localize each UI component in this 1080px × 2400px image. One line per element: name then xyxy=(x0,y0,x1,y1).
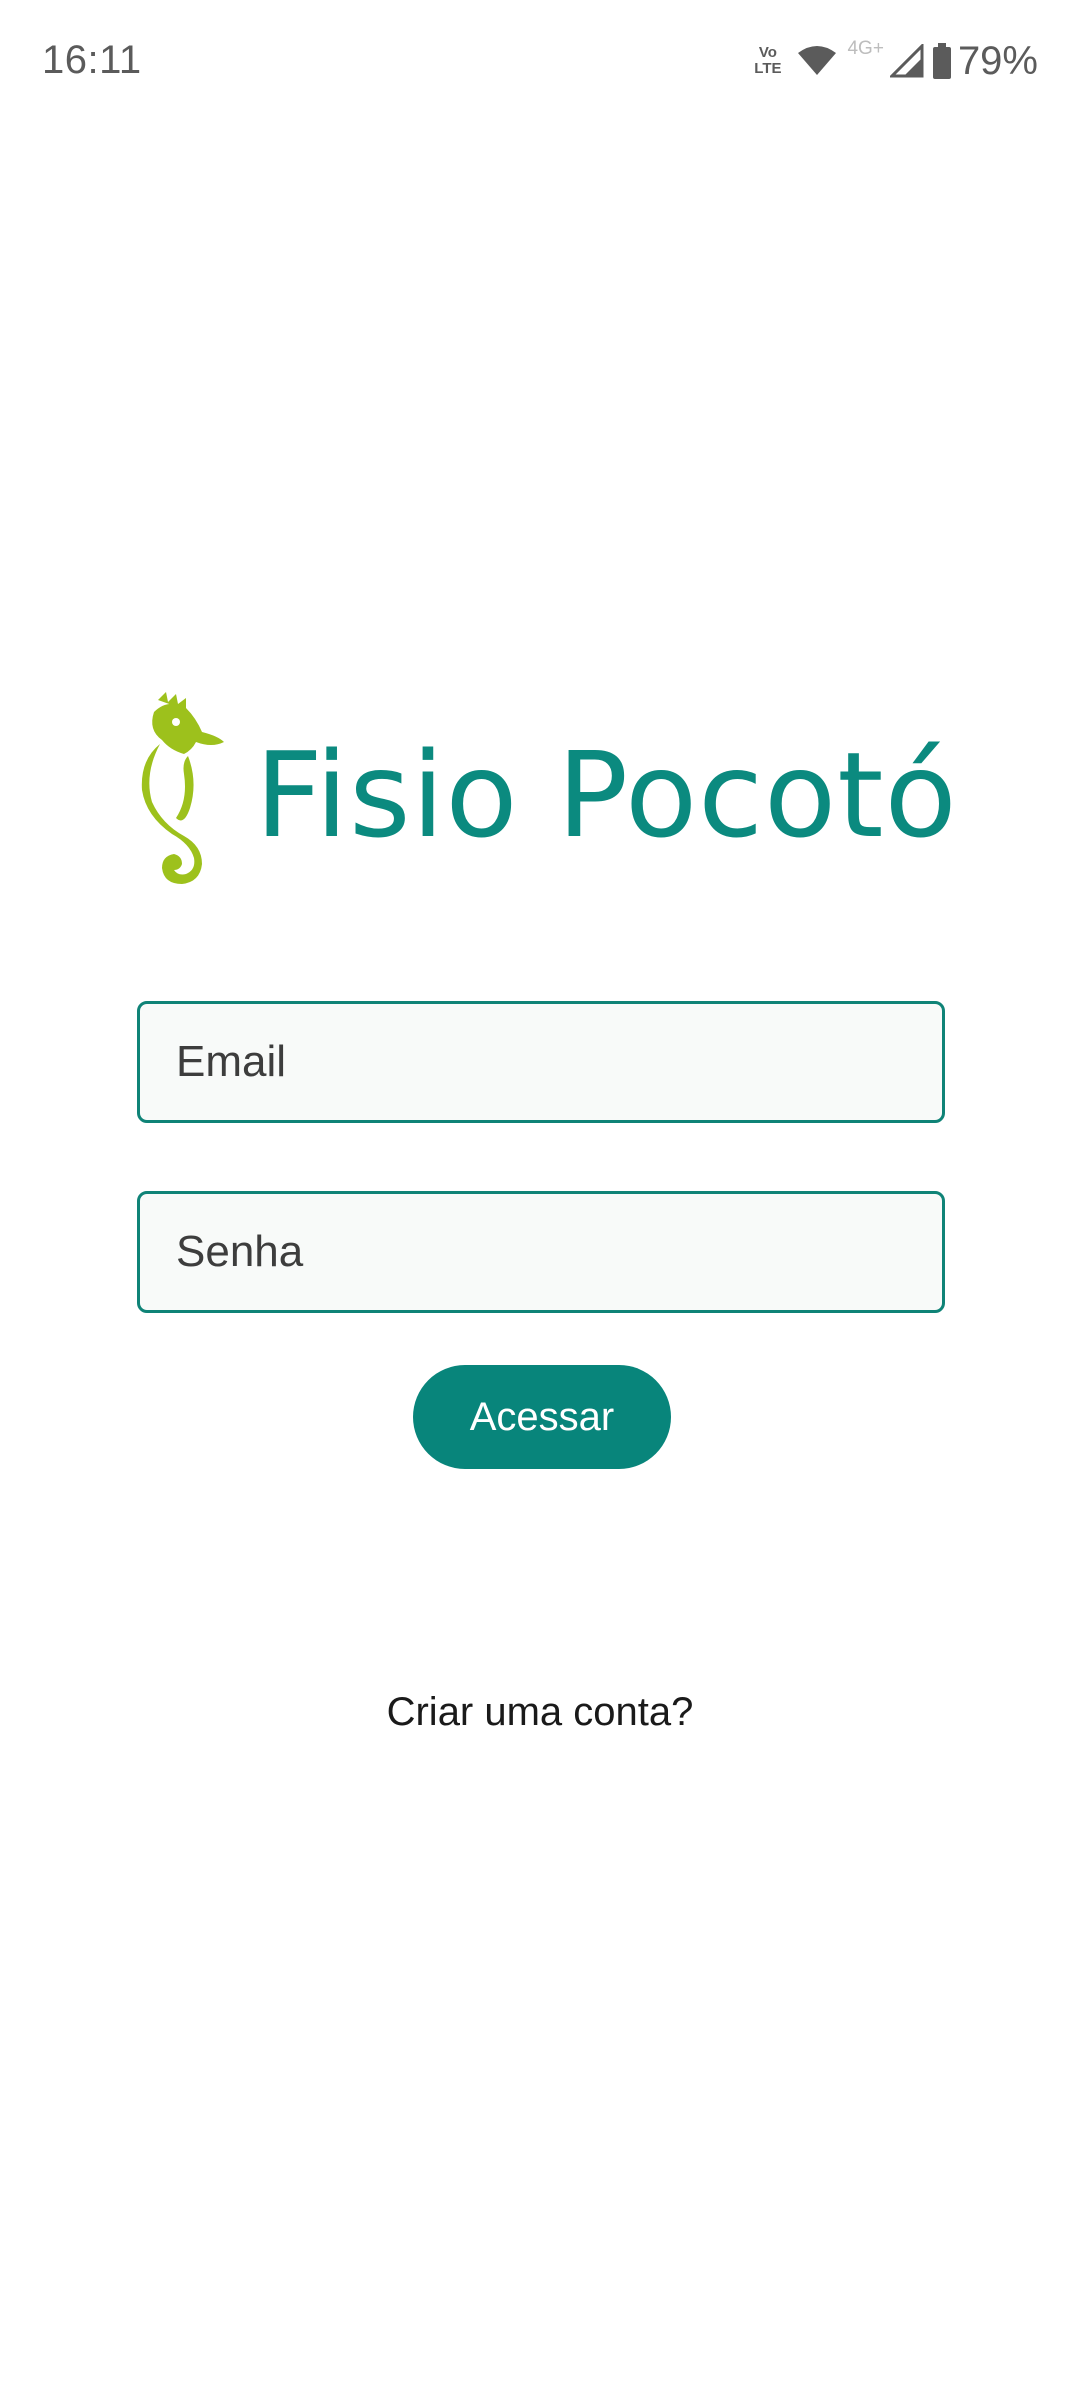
status-icons: Vo LTE 4G+ 79% xyxy=(754,36,1038,86)
network-type-label: 4G+ xyxy=(847,38,884,59)
status-time: 16:11 xyxy=(42,38,142,82)
app-logo: Fisio Pocotó xyxy=(140,690,957,890)
battery-percentage: 79% xyxy=(957,38,1038,83)
seahorse-icon xyxy=(141,692,224,884)
access-button[interactable]: Acessar xyxy=(413,1365,671,1469)
status-bar: 16:11 Vo LTE 4G+ 79% xyxy=(0,0,1080,130)
password-input[interactable] xyxy=(140,1194,942,1310)
volte-icon: Vo LTE xyxy=(754,45,781,77)
wifi-icon xyxy=(798,46,837,75)
login-screen: 16:11 Vo LTE 4G+ 79% Fisio Pocotó Email … xyxy=(0,0,1080,2400)
volte-top-label: Vo xyxy=(758,44,777,61)
app-logo-text: Fisio Pocotó xyxy=(255,726,958,864)
battery-icon xyxy=(932,43,951,79)
signal-icon xyxy=(889,44,924,78)
create-account-link[interactable]: Criar uma conta? xyxy=(0,1690,1080,1735)
email-field[interactable] xyxy=(137,1001,945,1123)
volte-bottom-label: LTE xyxy=(754,60,782,77)
password-field[interactable] xyxy=(137,1191,945,1313)
email-input[interactable] xyxy=(140,1004,942,1120)
